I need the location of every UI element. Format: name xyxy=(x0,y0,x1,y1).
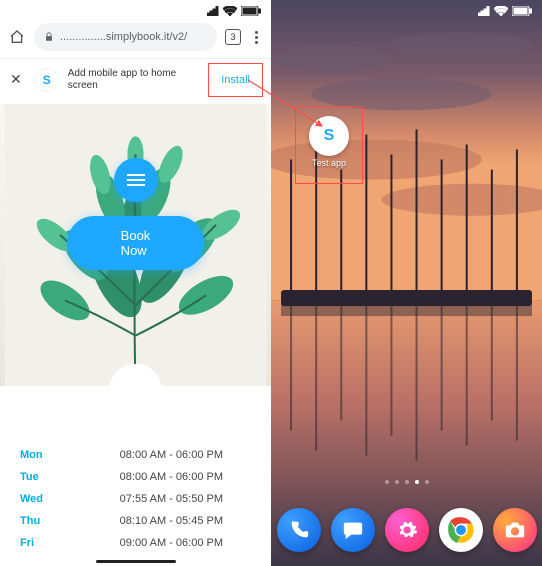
dock-phone-icon[interactable] xyxy=(277,508,321,552)
browser-home-button[interactable] xyxy=(8,28,26,46)
dock-messages-icon[interactable] xyxy=(331,508,375,552)
browser-toolbar: ...............simplybook.it/v2/ 3 xyxy=(0,20,271,54)
banner-text: Add mobile app to home screen xyxy=(68,68,199,92)
install-button[interactable]: Install xyxy=(211,70,260,90)
lock-icon xyxy=(44,32,54,42)
hours-row: Fri 09:00 AM - 06:00 PM xyxy=(20,532,251,554)
wifi-icon xyxy=(223,6,237,16)
tab-count: 3 xyxy=(230,32,235,42)
close-icon[interactable]: ✕ xyxy=(6,71,26,88)
day-label: Fri xyxy=(20,537,80,549)
hours-row: Wed 07:55 AM - 05:50 PM xyxy=(20,488,251,510)
day-label: Mon xyxy=(20,449,80,461)
signal-icon xyxy=(207,6,219,16)
dock-settings-icon[interactable] xyxy=(385,508,429,552)
time-label: 09:00 AM - 06:00 PM xyxy=(120,537,251,549)
browser-menu-button[interactable] xyxy=(249,31,263,44)
time-label: 07:55 AM - 05:50 PM xyxy=(120,493,251,505)
installed-app-label: Test app xyxy=(295,158,363,168)
time-label: 08:10 AM - 05:45 PM xyxy=(120,515,251,527)
opening-hours: Mon 08:00 AM - 06:00 PM Tue 08:00 AM - 06:… xyxy=(0,444,271,554)
day-label: Thu xyxy=(20,515,80,527)
menu-button[interactable] xyxy=(114,158,158,202)
dock-camera-icon[interactable] xyxy=(493,508,537,552)
hero-section: Book Now xyxy=(0,104,271,386)
install-button-highlight: Install xyxy=(208,63,263,97)
url-text: ...............simplybook.it/v2/ xyxy=(60,31,187,43)
hours-row: Tue 08:00 AM - 06:00 PM xyxy=(20,466,251,488)
wifi-icon xyxy=(494,6,508,16)
dock-chrome-icon[interactable] xyxy=(439,508,483,552)
home-indicator[interactable] xyxy=(96,560,176,563)
hours-row: Thu 08:10 AM - 05:45 PM xyxy=(20,510,251,532)
status-bar xyxy=(478,0,542,18)
status-bar xyxy=(207,0,271,18)
hours-row: Mon 08:00 AM - 06:00 PM xyxy=(20,444,251,466)
signal-icon xyxy=(478,6,490,16)
day-label: Tue xyxy=(20,471,80,483)
book-now-button[interactable]: Book Now xyxy=(67,216,205,270)
tab-switcher-button[interactable]: 3 xyxy=(225,29,241,45)
time-label: 08:00 AM - 06:00 PM xyxy=(120,471,251,483)
url-bar[interactable]: ...............simplybook.it/v2/ xyxy=(34,23,217,51)
time-label: 08:00 AM - 06:00 PM xyxy=(120,449,251,461)
battery-icon xyxy=(241,6,261,16)
browser-screenshot: ...............simplybook.it/v2/ 3 ✕ S A… xyxy=(0,0,271,566)
battery-icon xyxy=(512,6,532,16)
day-label: Wed xyxy=(20,493,80,505)
dock xyxy=(271,508,542,552)
app-logo-icon: S xyxy=(36,69,58,91)
page-indicator[interactable] xyxy=(385,480,429,484)
homescreen-screenshot: S Test app xyxy=(271,0,542,566)
installed-app-icon[interactable]: S xyxy=(309,116,349,156)
pwa-install-banner: ✕ S Add mobile app to home screen Instal… xyxy=(0,58,271,100)
